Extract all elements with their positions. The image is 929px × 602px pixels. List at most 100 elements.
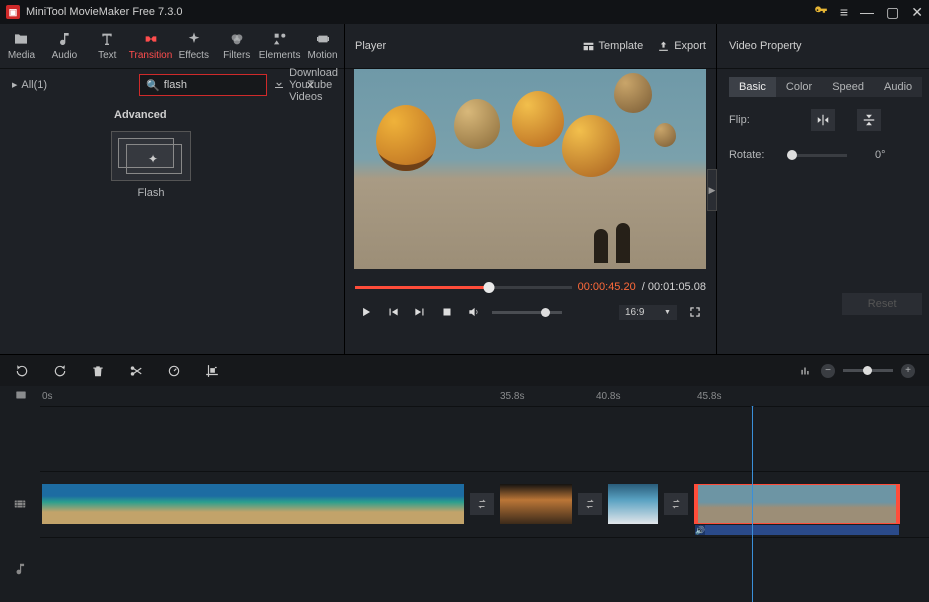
time-current: 00:00:45.20 (578, 281, 636, 293)
tool-audio[interactable]: Audio (43, 24, 86, 68)
ruler-mark: 45.8s (697, 391, 721, 402)
main-toolbar: Media Audio Text Transition Effects Filt… (0, 24, 344, 69)
tool-filters[interactable]: Filters (215, 24, 258, 68)
time-total: 00:01:05.08 (648, 281, 706, 293)
export-icon (657, 40, 670, 53)
hamburger-menu-icon[interactable]: ≡ (840, 5, 848, 19)
clip-3[interactable] (608, 484, 658, 524)
zoom-handle[interactable] (863, 366, 872, 375)
prev-frame-button[interactable] (384, 303, 402, 321)
progress-handle[interactable] (484, 282, 495, 293)
flip-horizontal-button[interactable] (811, 109, 835, 131)
tool-transition[interactable]: Transition (129, 24, 173, 68)
crop-button[interactable] (204, 363, 220, 379)
titlebar: ▣ MiniTool MovieMaker Free 7.3.0 ≡ — ▢ ✕ (0, 0, 929, 24)
fullscreen-button[interactable] (686, 303, 704, 321)
ruler-mark: 40.8s (596, 391, 620, 402)
export-button[interactable]: Export (657, 40, 706, 53)
tab-audio[interactable]: Audio (874, 77, 922, 97)
template-button[interactable]: Template (582, 40, 644, 53)
category-all[interactable]: ▶All(1) (6, 79, 47, 91)
flip-vertical-icon (862, 113, 876, 127)
track-body[interactable]: 🔊 (40, 406, 929, 602)
tool-media[interactable]: Media (0, 24, 43, 68)
tool-elements[interactable]: Elements (258, 24, 301, 68)
tab-speed[interactable]: Speed (822, 77, 874, 97)
transition-slot[interactable] (578, 493, 602, 515)
audio-track-label[interactable] (0, 537, 40, 602)
download-youtube-button[interactable]: Download YouTube Videos (273, 67, 338, 103)
ruler-thumb-icon (14, 388, 28, 405)
clip-2[interactable] (500, 484, 572, 524)
track-labels (0, 406, 40, 602)
redo-button[interactable] (52, 363, 68, 379)
crop-icon (205, 364, 219, 378)
prop-flip-row: Flip: (729, 109, 922, 131)
search-icon: 🔍 (146, 79, 160, 92)
tab-color[interactable]: Color (776, 77, 822, 97)
stop-icon (440, 305, 454, 319)
video-track-label[interactable] (0, 471, 40, 536)
ruler-mark: 0s (42, 391, 53, 402)
window-title: MiniTool MovieMaker Free 7.3.0 (26, 6, 814, 18)
maximize-icon[interactable]: ▢ (886, 5, 899, 19)
clip-1[interactable] (42, 484, 464, 524)
volume-button[interactable] (465, 303, 483, 321)
progress-track[interactable] (355, 286, 572, 289)
rotate-handle[interactable] (787, 150, 797, 160)
browser-row: ▶All(1) 🔍 ✕ Download YouTube Videos (0, 69, 344, 101)
timeline-ruler[interactable]: 0s 35.8s 40.8s 45.8s (0, 386, 929, 406)
collapse-right-panel-icon[interactable]: ▶ (707, 169, 717, 211)
rotate-label: Rotate: (729, 149, 777, 161)
swap-icon (670, 498, 682, 510)
elements-icon (272, 31, 288, 47)
tool-effects[interactable]: Effects (172, 24, 215, 68)
volume-handle[interactable] (541, 308, 550, 317)
tool-motion[interactable]: Motion (301, 24, 344, 68)
clip-4-audio-lane[interactable]: 🔊 (695, 525, 899, 535)
timeline: 0s 35.8s 40.8s 45.8s (0, 386, 929, 602)
split-button[interactable] (128, 363, 144, 379)
audio-track-button[interactable] (797, 363, 813, 379)
next-frame-button[interactable] (411, 303, 429, 321)
speed-icon (167, 364, 181, 378)
search-box[interactable]: 🔍 ✕ (139, 74, 267, 96)
property-title: Video Property (717, 24, 929, 69)
transition-item-flash[interactable]: ✦ Flash (110, 131, 192, 199)
audio-track[interactable] (40, 537, 929, 602)
undo-icon (15, 364, 29, 378)
preview-viewport[interactable] (354, 69, 706, 269)
delete-button[interactable] (90, 363, 106, 379)
expand-triangle-icon: ▶ (12, 81, 17, 89)
rotate-slider[interactable] (787, 154, 847, 157)
flip-vertical-button[interactable] (857, 109, 881, 131)
tab-basic[interactable]: Basic (729, 77, 776, 97)
playback-progress[interactable]: 00:00:45.20 / 00:01:05.08 (355, 281, 706, 293)
template-icon (582, 40, 595, 53)
volume-slider[interactable] (492, 311, 562, 314)
play-button[interactable] (357, 303, 375, 321)
zoom-in-button[interactable]: + (901, 364, 915, 378)
audio-track-icon (13, 562, 27, 576)
zoom-slider[interactable] (843, 369, 893, 372)
clip-audio-icon: 🔊 (695, 525, 705, 535)
equalizer-icon (798, 364, 812, 378)
transition-slot[interactable] (664, 493, 688, 515)
playhead[interactable] (752, 406, 753, 602)
transition-slot[interactable] (470, 493, 494, 515)
minimize-icon[interactable]: — (860, 5, 874, 19)
tool-text[interactable]: Text (86, 24, 129, 68)
reset-button[interactable]: Reset (842, 293, 922, 315)
folder-icon (13, 31, 29, 47)
transition-label: Flash (138, 187, 165, 199)
close-icon[interactable]: ✕ (911, 5, 923, 19)
clip-4-selected[interactable]: 🔊 (694, 484, 900, 524)
filters-icon (229, 31, 245, 47)
license-key-icon[interactable] (814, 4, 828, 21)
video-track[interactable]: 🔊 (40, 471, 929, 536)
aspect-ratio-select[interactable]: 16:9▼ (619, 305, 677, 320)
zoom-out-button[interactable]: − (821, 364, 835, 378)
undo-button[interactable] (14, 363, 30, 379)
stop-button[interactable] (438, 303, 456, 321)
speed-button[interactable] (166, 363, 182, 379)
